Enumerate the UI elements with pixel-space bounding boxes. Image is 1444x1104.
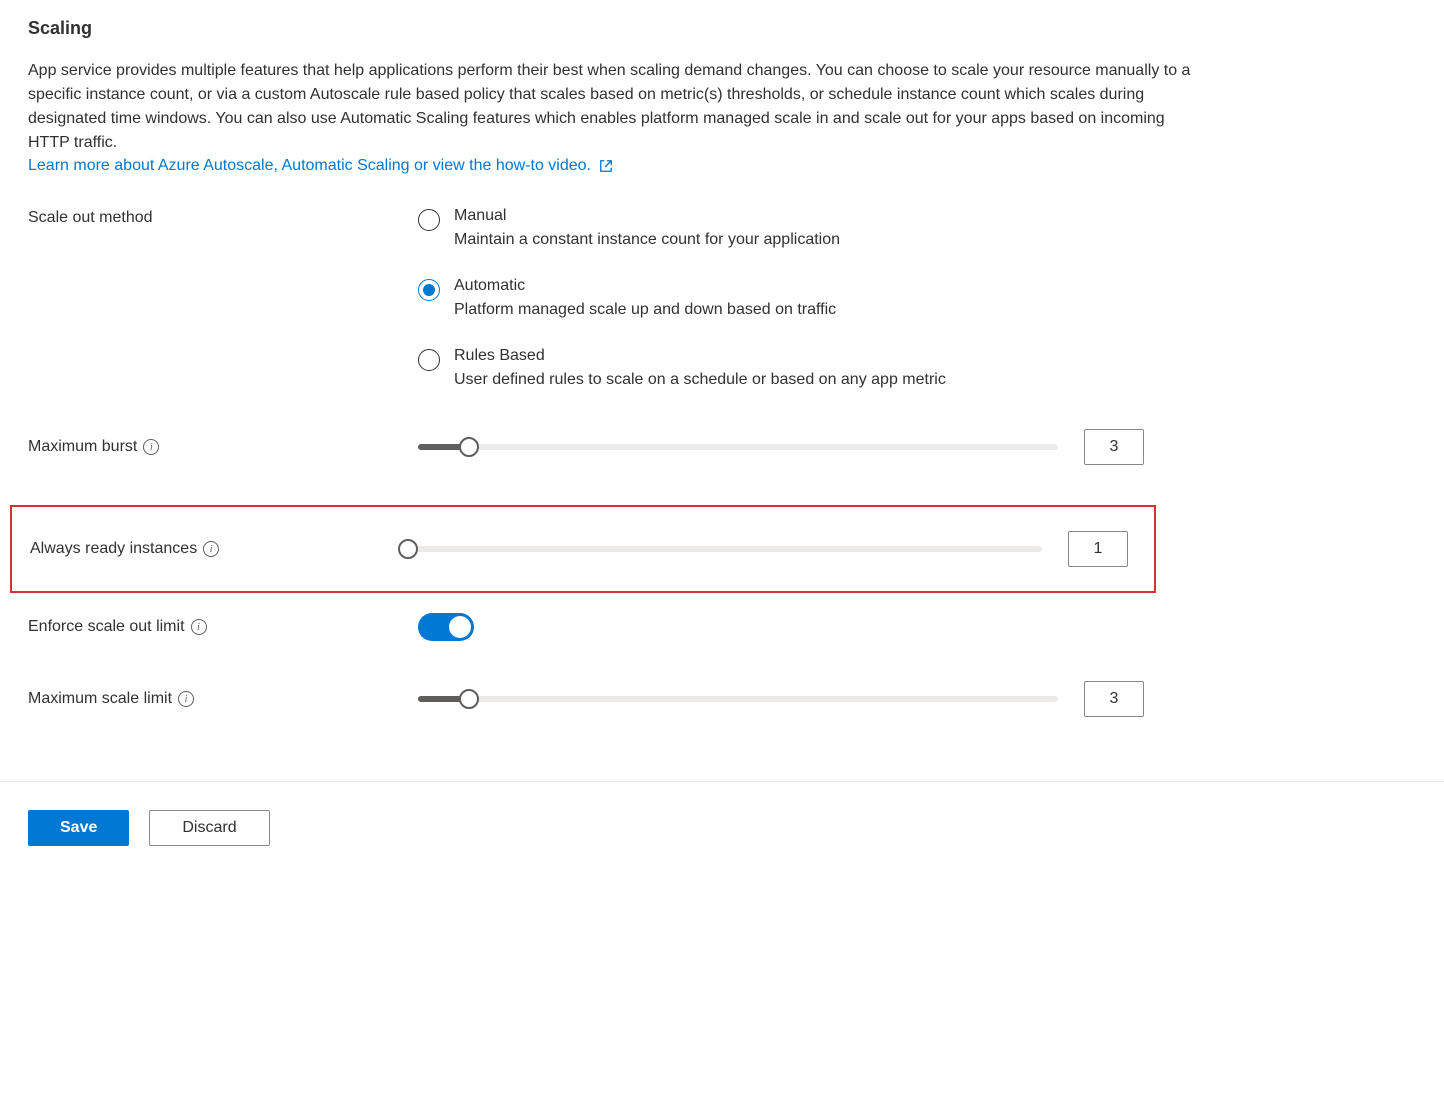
radio-automatic-description: Platform managed scale up and down based…: [454, 301, 836, 319]
info-icon[interactable]: i: [178, 691, 194, 707]
radio-manual-label: Manual: [454, 207, 840, 225]
external-link-icon: [599, 159, 613, 173]
radio-manual[interactable]: [418, 209, 440, 231]
radio-automatic-label: Automatic: [454, 277, 836, 295]
always-ready-slider[interactable]: [402, 539, 1042, 559]
learn-more-text: Learn more about Azure Autoscale, Automa…: [28, 157, 591, 174]
max-scale-limit-value[interactable]: 3: [1084, 681, 1144, 717]
always-ready-highlight: Always ready instances i 1: [10, 505, 1156, 593]
info-icon[interactable]: i: [191, 619, 207, 635]
scale-method-label: Scale out method: [28, 207, 418, 227]
enforce-limit-toggle[interactable]: [418, 613, 474, 641]
always-ready-value[interactable]: 1: [1068, 531, 1128, 567]
enforce-limit-label: Enforce scale out limit i: [28, 618, 418, 636]
max-burst-value[interactable]: 3: [1084, 429, 1144, 465]
scale-method-radio-group: Manual Maintain a constant instance coun…: [418, 207, 1416, 389]
section-description: App service provides multiple features t…: [28, 59, 1208, 155]
radio-automatic[interactable]: [418, 279, 440, 301]
max-burst-label: Maximum burst i: [28, 438, 418, 456]
radio-rules-description: User defined rules to scale on a schedul…: [454, 371, 946, 389]
info-icon[interactable]: i: [143, 439, 159, 455]
max-burst-slider[interactable]: [418, 437, 1058, 457]
discard-button[interactable]: Discard: [149, 810, 269, 846]
max-scale-limit-label: Maximum scale limit i: [28, 690, 418, 708]
always-ready-label: Always ready instances i: [30, 540, 402, 558]
info-icon[interactable]: i: [203, 541, 219, 557]
radio-rules[interactable]: [418, 349, 440, 371]
max-scale-limit-slider[interactable]: [418, 689, 1058, 709]
radio-rules-label: Rules Based: [454, 347, 946, 365]
section-title: Scaling: [28, 18, 1416, 39]
save-button[interactable]: Save: [28, 810, 129, 846]
radio-manual-description: Maintain a constant instance count for y…: [454, 231, 840, 249]
footer: Save Discard: [0, 781, 1444, 846]
learn-more-link[interactable]: Learn more about Azure Autoscale, Automa…: [28, 157, 613, 174]
